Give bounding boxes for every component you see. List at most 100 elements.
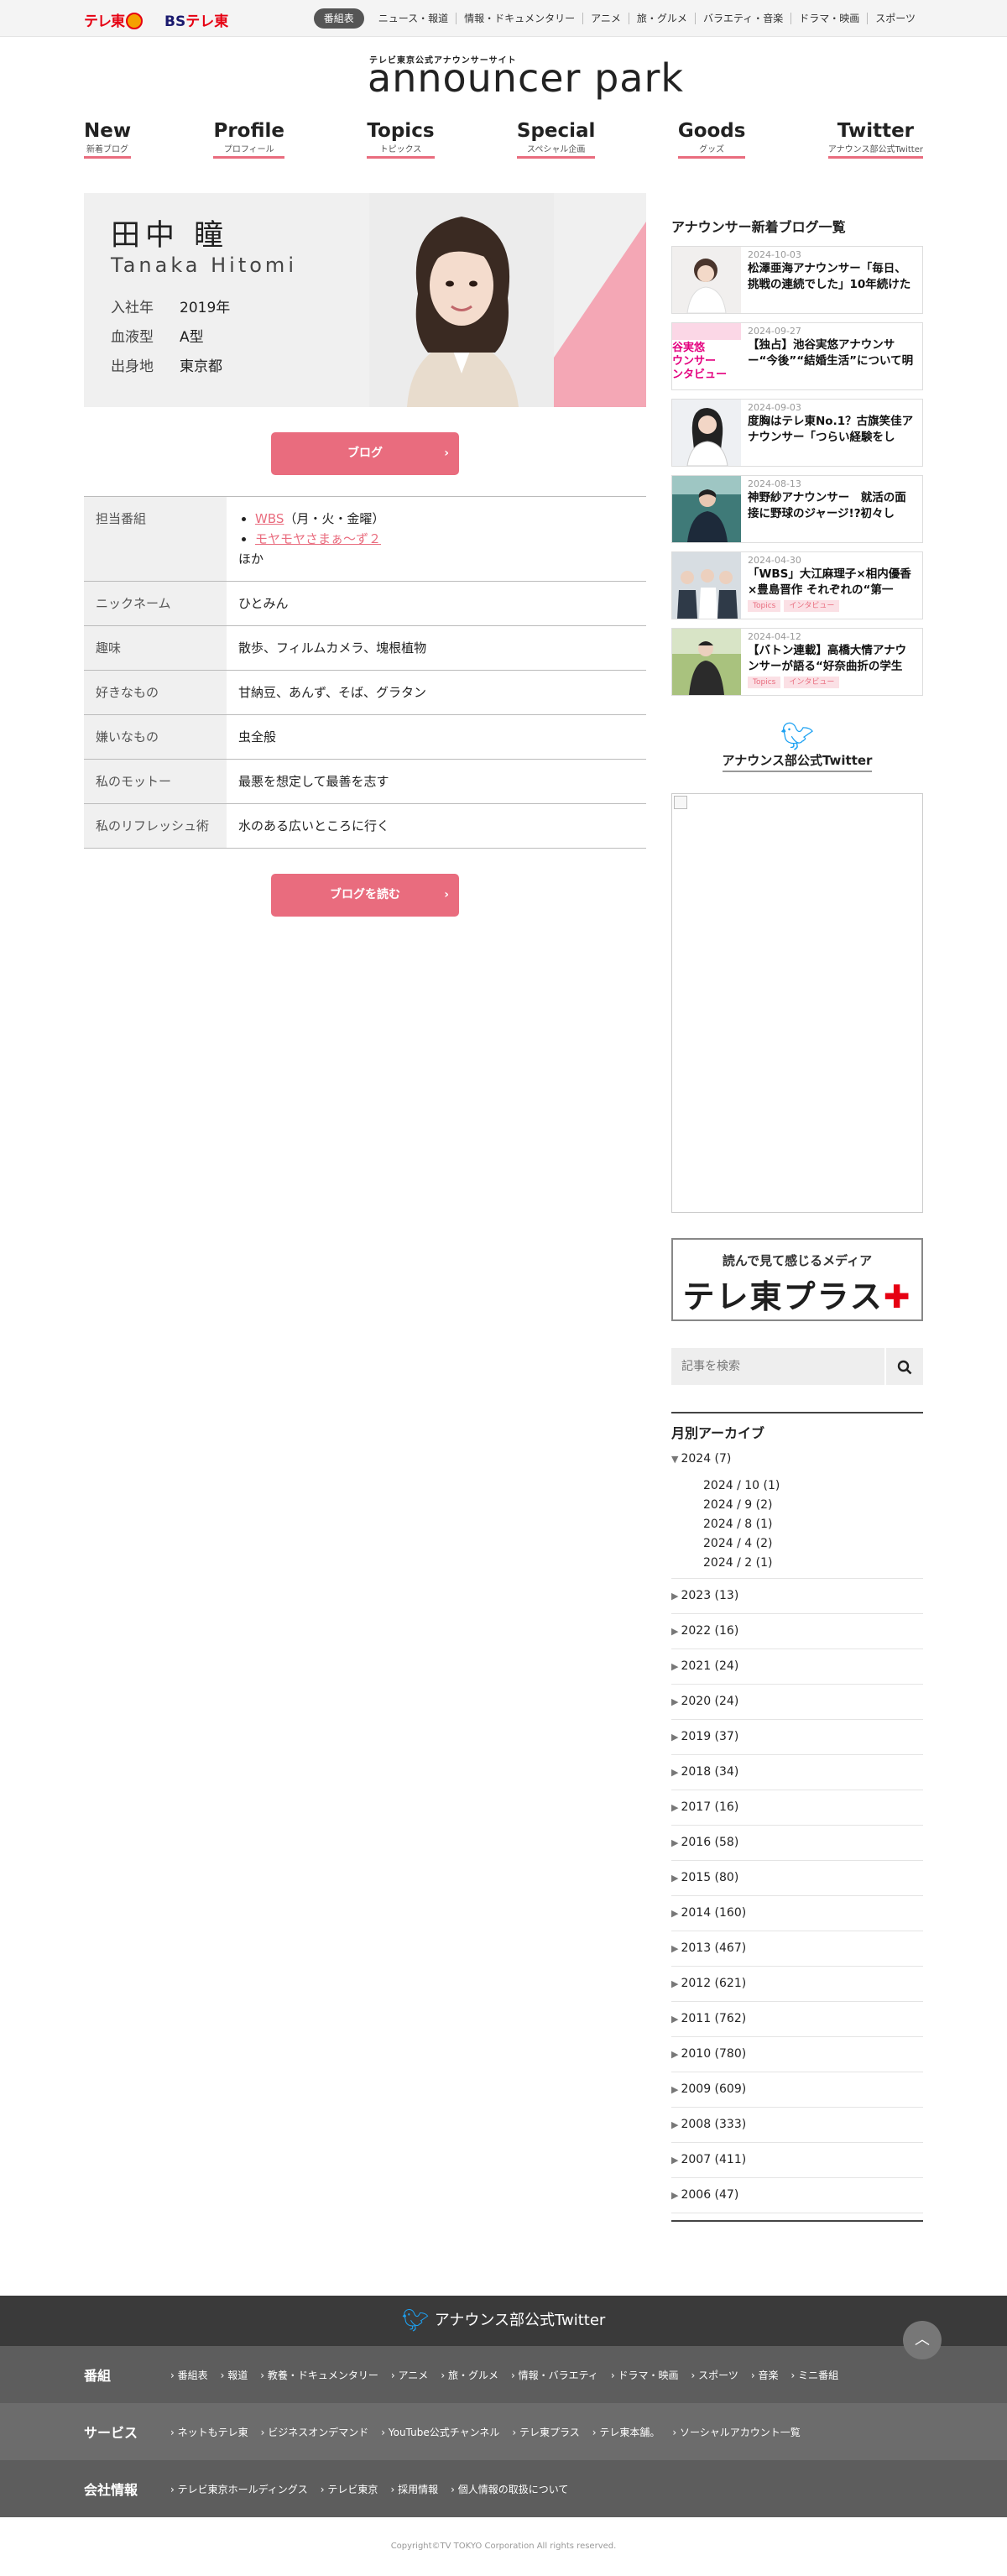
main-nav-new[interactable]: New 新着ブログ — [84, 120, 132, 159]
footer-link[interactable]: ドラマ・映画 — [611, 2368, 678, 2382]
footer-link[interactable]: スポーツ — [691, 2368, 738, 2382]
blog-date: 2024-09-03 — [748, 402, 801, 413]
footer-link[interactable]: 番組表 — [170, 2368, 208, 2382]
archive-year[interactable]: ▶ 2021 (24) — [671, 1649, 923, 1685]
footer-link[interactable]: 旅・グルメ — [441, 2368, 498, 2382]
gnav-schedule[interactable]: 番組表 — [313, 8, 364, 29]
archive-year[interactable]: ▶ 2007 (411) — [671, 2143, 923, 2178]
tv-tokyo-logo[interactable]: テレ東 — [84, 9, 143, 30]
archive-year[interactable]: ▶ 2015 (80) — [671, 1861, 923, 1896]
tag-topics[interactable]: Topics — [748, 677, 781, 688]
twitter-embed-frame[interactable] — [671, 793, 923, 1213]
gnav-anime[interactable]: アニメ — [582, 13, 629, 24]
row-label: 趣味 — [84, 626, 227, 670]
chevron-up-icon: ︿ — [915, 2331, 930, 2349]
archive-year[interactable]: ▶ 2013 (467) — [671, 1931, 923, 1967]
gnav-variety-music[interactable]: バラエティ・音楽 — [694, 13, 790, 24]
program-link-moyasama[interactable]: モヤモヤさまぁ～ず２ — [255, 531, 381, 546]
gnav-sports[interactable]: スポーツ — [867, 13, 923, 24]
archive-year[interactable]: ▶ 2022 (16) — [671, 1614, 923, 1649]
blog-card[interactable]: 2024-09-03 度胸はテレ東No.1？古旗笑佳アナウンサー「つらい経験をし — [671, 399, 923, 467]
archive-year[interactable]: ▶ 2018 (34) — [671, 1755, 923, 1790]
footer-link[interactable]: ソーシャルアカウント一覧 — [672, 2425, 801, 2439]
blog-button[interactable]: ブログ › — [271, 432, 459, 475]
footer-link[interactable]: 採用情報 — [390, 2482, 438, 2496]
archive-year-label: 2019 (37) — [681, 1730, 739, 1743]
footer-link[interactable]: YouTube公式チャンネル — [381, 2425, 499, 2439]
blog-card[interactable]: 谷実悠 ウンサー ンタビュー 2024-09-27 【独占】池谷実悠アナウンサー“… — [671, 322, 923, 390]
footer-link[interactable]: アニメ — [391, 2368, 429, 2382]
twitter-link[interactable]: 🐦︎ アナウンス部公式Twitter — [671, 721, 923, 772]
footer-link[interactable]: テレビ東京 — [321, 2482, 378, 2496]
blog-card[interactable]: 2024-04-12 【バトン連載】高橋大情アナウンサーが語る“好奈曲折の学生 T… — [671, 628, 923, 696]
fact-label: 入社年 — [111, 300, 154, 316]
archive-year[interactable]: ▶ 2016 (58) — [671, 1826, 923, 1861]
footer-link[interactable]: テレ東本舗。 — [592, 2425, 660, 2439]
fact-join-year: 入社年 2019年 — [111, 294, 230, 323]
gnav-drama-movie[interactable]: ドラマ・映画 — [790, 13, 867, 24]
archive-year[interactable]: ▶ 2023 (13) — [671, 1579, 923, 1614]
footer-link[interactable]: 教養・ドキュメンタリー — [260, 2368, 378, 2382]
footer-link[interactable]: テレビ東京ホールディングス — [170, 2482, 308, 2496]
footer-link[interactable]: 情報・バラエティ — [511, 2368, 598, 2382]
archive-year[interactable]: ▶ 2006 (47) — [671, 2178, 923, 2213]
footer-link[interactable]: 報道 — [221, 2368, 248, 2382]
footer-link[interactable]: 個人情報の取扱について — [451, 2482, 569, 2496]
archive-year-2024[interactable]: ▼ 2024 (7) 2024 / 10 (1) 2024 / 9 (2) 202… — [671, 1449, 923, 1579]
archive-year[interactable]: ▶ 2011 (762) — [671, 2002, 923, 2037]
bs-tv-tokyo-logo[interactable]: BSテレ東 — [164, 9, 228, 30]
main-nav-sublabel: 新着ブログ — [84, 142, 132, 159]
gnav-travel-gourmet[interactable]: 旅・グルメ — [628, 13, 695, 24]
main-nav-topics[interactable]: Topics トピックス — [367, 120, 435, 159]
triangle-right-icon: ▶ — [671, 1732, 679, 1743]
footer-link[interactable]: 音楽 — [751, 2368, 779, 2382]
read-blog-button[interactable]: ブログを読む › — [271, 874, 459, 917]
main-nav-twitter[interactable]: Twitter アナウンス部公式Twitter — [827, 120, 923, 159]
blog-card[interactable]: 2024-08-13 神野紗アナウンサー 就活の面接に野球のジャージ!?初々し — [671, 475, 923, 543]
archive-year[interactable]: ▶ 2012 (621) — [671, 1967, 923, 2002]
gnav-info-documentary[interactable]: 情報・ドキュメンタリー — [456, 13, 582, 24]
archive-month[interactable]: 2024 / 9 (2) — [703, 1496, 923, 1515]
footer-link[interactable]: ミニ番組 — [791, 2368, 838, 2382]
search-button[interactable] — [886, 1348, 923, 1385]
blog-card[interactable]: 2024-04-30 「WBS」大江麻理子×相内優香×豊島晋作 それぞれの“第一 … — [671, 551, 923, 619]
archive-month[interactable]: 2024 / 4 (2) — [703, 1534, 923, 1554]
main-nav-goods[interactable]: Goods グッズ — [677, 120, 746, 159]
footer-link[interactable]: テレ東プラス — [512, 2425, 580, 2439]
tag-interview[interactable]: インタビュー — [784, 677, 840, 688]
row-label: 私のモットー — [84, 760, 227, 803]
main-nav-label: New — [84, 120, 132, 142]
program-link-wbs[interactable]: WBS — [255, 511, 284, 526]
archive-month[interactable]: 2024 / 10 (1) — [703, 1476, 923, 1496]
blog-card[interactable]: 2024-10-03 松澤亜海アナウンサー「毎日、挑戦の連続でした」10年続けた — [671, 246, 923, 314]
archive-year-label: 2009 (609) — [681, 2082, 747, 2096]
archive-month[interactable]: 2024 / 8 (1) — [703, 1515, 923, 1534]
archive-year-label: 2007 (411) — [681, 2153, 747, 2166]
main-nav-label: Twitter — [837, 120, 915, 142]
footer-link[interactable]: ネットもテレ東 — [170, 2425, 248, 2439]
main-nav-sublabel: グッズ — [677, 142, 746, 159]
archive-year[interactable]: ▶ 2014 (160) — [671, 1896, 923, 1931]
tag-interview[interactable]: インタビュー — [784, 600, 840, 612]
footer-link[interactable]: ビジネスオンデマンド — [261, 2425, 368, 2439]
blog-list-heading: アナウンサー新着ブログ一覧 — [671, 219, 846, 235]
archive-year[interactable]: ▶ 2020 (24) — [671, 1685, 923, 1720]
tag-topics[interactable]: Topics — [748, 600, 781, 612]
search-input[interactable] — [671, 1348, 884, 1385]
archive-year[interactable]: ▶ 2017 (16) — [671, 1790, 923, 1826]
gnav-news[interactable]: ニュース・報道 — [371, 13, 456, 24]
main-nav-special[interactable]: Special スペシャル企画 — [516, 120, 596, 159]
blog-thumbnail — [672, 552, 741, 619]
tvtokyo-plus-banner[interactable]: 読んで見て感じるメディア テレ東プラス✚ — [671, 1238, 923, 1321]
archive-month[interactable]: 2024 / 2 (1) — [703, 1554, 923, 1573]
table-row: 好きなもの 甘納豆、あんず、そば、グラタン — [84, 671, 646, 715]
archive-year[interactable]: ▶ 2009 (609) — [671, 2072, 923, 2108]
archive-year[interactable]: ▶ 2010 (780) — [671, 2037, 923, 2072]
site-logo[interactable]: announcer park — [368, 59, 684, 97]
back-to-top-button[interactable]: ︿ — [903, 2321, 942, 2359]
archive-year[interactable]: ▶ 2008 (333) — [671, 2108, 923, 2143]
main-nav-label: Goods — [677, 120, 746, 142]
archive-year[interactable]: ▶ 2019 (37) — [671, 1720, 923, 1755]
footer-twitter-link[interactable]: 🐦︎ アナウンス部公式Twitter — [0, 2296, 1007, 2346]
main-nav-profile[interactable]: Profile プロフィール — [213, 120, 285, 159]
